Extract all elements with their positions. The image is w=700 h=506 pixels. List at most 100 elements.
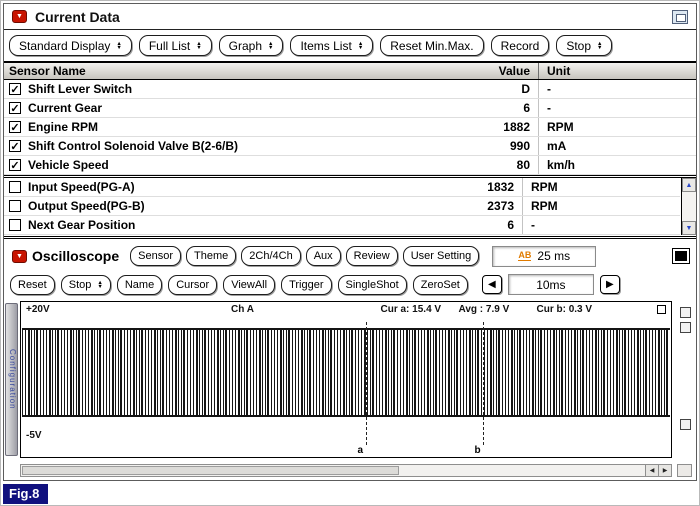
- sensor-name: Vehicle Speed: [28, 158, 109, 172]
- cursor-b-readout: Cur b: 0.3 V: [534, 304, 595, 315]
- scroll-left-icon[interactable]: [645, 465, 658, 476]
- cursor-b-label: b: [472, 445, 483, 456]
- aux-button[interactable]: Aux: [305, 246, 341, 266]
- dropdown-arrows-icon: [97, 281, 102, 289]
- sensor-button[interactable]: Sensor: [130, 246, 182, 266]
- row-checkbox[interactable]: [9, 219, 21, 231]
- header-unit: Unit: [538, 63, 696, 79]
- row-checkbox[interactable]: [9, 200, 21, 212]
- scope-stop-label: Stop: [68, 278, 92, 291]
- theme-label: Theme: [194, 250, 229, 262]
- resize-grip[interactable]: [677, 464, 692, 477]
- graph-label: Graph: [228, 38, 262, 53]
- cursor-a-line[interactable]: [365, 322, 367, 445]
- scroll-down-icon[interactable]: [682, 221, 696, 235]
- scope-area: Configuration +20V Ch A Cur a: 15.4 V Av…: [4, 301, 696, 458]
- sensor-unit: RPM: [538, 118, 696, 136]
- row-checkbox[interactable]: [9, 181, 21, 193]
- scope-side-button[interactable]: [680, 307, 691, 318]
- oscilloscope-title: Oscilloscope: [32, 248, 120, 264]
- name-button[interactable]: Name: [116, 274, 163, 295]
- sensor-unit: -: [538, 80, 696, 98]
- trigger-label: Trigger: [289, 278, 324, 291]
- header-value: Value: [498, 64, 530, 78]
- current-data-title: Current Data: [35, 8, 120, 25]
- reset-button[interactable]: Reset: [10, 274, 55, 295]
- user-setting-button[interactable]: User Setting: [402, 246, 480, 266]
- sensor-name: Input Speed(PG-A): [28, 180, 135, 194]
- diagnostic-app-frame: Current Data Standard Display Full List …: [3, 3, 697, 481]
- row-checkbox[interactable]: [9, 102, 21, 114]
- user-setting-label: User Setting: [410, 250, 472, 262]
- sensor-value: 990: [509, 139, 530, 153]
- dropdown-arrows-icon: [597, 42, 602, 50]
- sensor-value: D: [521, 82, 530, 96]
- sensor-value: 6: [507, 218, 514, 232]
- current-data-titlebar: Current Data: [4, 4, 696, 30]
- scope-side-button[interactable]: [680, 419, 691, 430]
- theme-button[interactable]: Theme: [186, 246, 237, 266]
- sensor-unit: mA: [538, 137, 696, 155]
- review-button[interactable]: Review: [345, 246, 398, 266]
- table-row: Engine RPM 1882 RPM: [4, 118, 696, 137]
- aux-label: Aux: [313, 250, 333, 262]
- timebase-next-icon[interactable]: [599, 275, 620, 294]
- dropdown-arrows-icon: [358, 42, 363, 50]
- figure-label: Fig.8: [3, 484, 49, 504]
- channel-mode-button[interactable]: 2Ch/4Ch: [241, 246, 301, 266]
- app-window: Current Data Standard Display Full List …: [0, 0, 700, 506]
- horizontal-scrollbar[interactable]: [20, 464, 672, 477]
- name-label: Name: [124, 278, 155, 291]
- review-label: Review: [353, 250, 390, 262]
- row-checkbox[interactable]: [9, 159, 21, 171]
- sensor-unit: km/h: [538, 156, 696, 174]
- scrollbar-thumb[interactable]: [22, 466, 399, 475]
- table-row: Output Speed(PG-B) 2373 RPM: [4, 197, 680, 216]
- items-list-label: Items List: [300, 38, 352, 53]
- channel-mode-label: 2Ch/4Ch: [249, 250, 293, 262]
- record-stop-icon[interactable]: [672, 248, 690, 264]
- window-restore-button[interactable]: [672, 9, 688, 24]
- table-row: Vehicle Speed 80 km/h: [4, 156, 696, 175]
- sensor-name: Shift Lever Switch: [28, 82, 133, 96]
- scope-side-button[interactable]: [680, 322, 691, 333]
- reset-minmax-button[interactable]: Reset Min.Max.: [380, 35, 484, 56]
- zeroset-button[interactable]: ZeroSet: [412, 274, 468, 295]
- standard-display-dropdown[interactable]: Standard Display: [9, 35, 132, 56]
- collapse-panel-icon[interactable]: [12, 10, 27, 23]
- standard-display-label: Standard Display: [19, 38, 111, 53]
- table-row: Current Gear 6 -: [4, 99, 696, 118]
- graph-dropdown[interactable]: Graph: [218, 35, 284, 56]
- zeroset-label: ZeroSet: [420, 278, 460, 291]
- channel-checkbox[interactable]: [657, 305, 666, 314]
- configuration-tab[interactable]: Configuration: [5, 303, 18, 456]
- trigger-button[interactable]: Trigger: [281, 274, 332, 295]
- waveform-plot: +20V Ch A Cur a: 15.4 V Avg : 7.9 V Cur …: [20, 301, 672, 458]
- items-list-dropdown[interactable]: Items List: [290, 35, 374, 56]
- record-button[interactable]: Record: [490, 35, 550, 56]
- scope-stop-dropdown[interactable]: Stop: [60, 274, 111, 295]
- record-label: Record: [500, 38, 540, 53]
- vertical-scrollbar[interactable]: [681, 178, 696, 235]
- singleshot-button[interactable]: SingleShot: [337, 274, 407, 295]
- sensor-unit: RPM: [522, 178, 680, 196]
- row-checkbox[interactable]: [9, 83, 21, 95]
- sensor-value: 1882: [503, 120, 530, 134]
- table-row: Shift Lever Switch D -: [4, 80, 696, 99]
- cursor-b-line[interactable]: [482, 322, 484, 445]
- timebase-prev-icon[interactable]: [481, 275, 502, 294]
- scroll-up-icon[interactable]: [682, 178, 696, 192]
- average-readout: Avg : 7.9 V: [456, 304, 512, 315]
- scroll-right-icon[interactable]: [658, 465, 671, 476]
- sample-rate-value: 25 ms: [537, 249, 571, 263]
- collapse-panel-icon[interactable]: [12, 249, 27, 263]
- row-checkbox[interactable]: [9, 121, 21, 133]
- stop-dropdown[interactable]: Stop: [556, 35, 613, 56]
- table-header: Sensor Name Value Unit: [4, 61, 696, 80]
- square-waveform: [22, 328, 670, 417]
- viewall-button[interactable]: ViewAll: [223, 274, 276, 295]
- full-list-dropdown[interactable]: Full List: [138, 35, 212, 56]
- cursor-button[interactable]: Cursor: [168, 274, 218, 295]
- row-checkbox[interactable]: [9, 140, 21, 152]
- dropdown-arrows-icon: [116, 42, 121, 50]
